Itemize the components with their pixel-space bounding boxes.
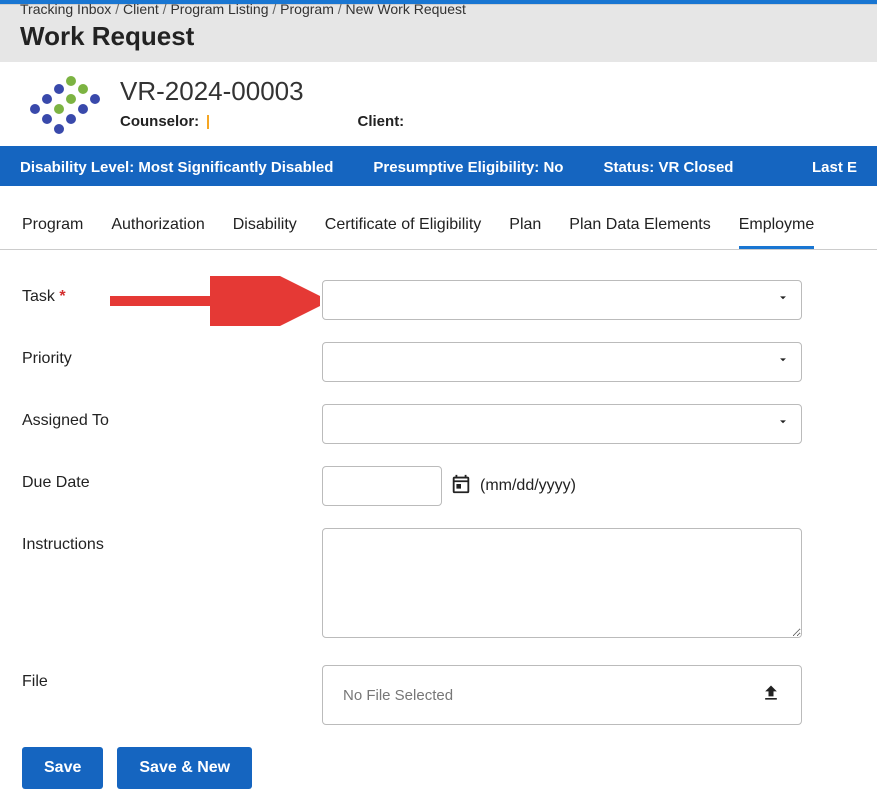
client-label: Client: <box>358 113 405 130</box>
instructions-label: Instructions <box>22 528 322 554</box>
priority-select[interactable] <box>322 342 802 382</box>
breadcrumb-link[interactable]: Program <box>280 1 334 17</box>
row-priority: Priority <box>22 342 855 382</box>
assigned-to-select[interactable] <box>322 404 802 444</box>
breadcrumb-link[interactable]: Tracking Inbox <box>20 1 111 17</box>
case-number: VR-2024-00003 <box>120 76 857 107</box>
breadcrumb-link[interactable]: Program Listing <box>170 1 268 17</box>
form-area: Task * Priority Assigned To Due Date <box>0 250 877 809</box>
counselor-label: Counselor: <box>120 113 199 130</box>
tab-authorization[interactable]: Authorization <box>111 206 204 249</box>
case-info: VR-2024-00003 Counselor: Client: <box>120 76 857 130</box>
required-asterisk-icon: * <box>59 288 65 305</box>
program-logo-icon <box>30 76 100 136</box>
due-date-input[interactable] <box>322 466 442 506</box>
calendar-icon[interactable] <box>450 473 472 500</box>
row-task: Task * <box>22 280 855 320</box>
file-label: File <box>22 665 322 691</box>
row-instructions: Instructions <box>22 528 855 643</box>
tab-certificate[interactable]: Certificate of Eligibility <box>325 206 482 249</box>
file-dropzone[interactable]: No File Selected <box>322 665 802 725</box>
tab-plan[interactable]: Plan <box>509 206 541 249</box>
instructions-textarea[interactable] <box>322 528 802 638</box>
breadcrumb-link[interactable]: New Work Request <box>346 1 466 17</box>
divider-icon <box>207 115 209 129</box>
tab-disability[interactable]: Disability <box>233 206 297 249</box>
save-button[interactable]: Save <box>22 747 103 789</box>
save-new-button[interactable]: Save & New <box>117 747 252 789</box>
page-title: Work Request <box>20 21 857 52</box>
upload-icon <box>761 683 781 707</box>
task-select[interactable] <box>322 280 802 320</box>
tab-employment[interactable]: Employme <box>739 206 815 249</box>
case-summary-row: VR-2024-00003 Counselor: Client: <box>0 62 877 146</box>
status-disability: Disability Level: Most Significantly Dis… <box>20 159 333 176</box>
due-date-label: Due Date <box>22 466 322 492</box>
row-file: File No File Selected <box>22 665 855 725</box>
tab-program[interactable]: Program <box>22 206 83 249</box>
status-bar: Disability Level: Most Significantly Dis… <box>0 146 877 186</box>
button-row: Save Save & New <box>22 747 855 789</box>
row-due-date: Due Date (mm/dd/yyyy) <box>22 466 855 506</box>
case-meta: Counselor: Client: <box>120 113 857 130</box>
breadcrumb-link[interactable]: Client <box>123 1 159 17</box>
due-date-hint: (mm/dd/yyyy) <box>480 477 576 495</box>
status-last: Last E <box>812 159 857 176</box>
status-presumptive: Presumptive Eligibility: No <box>373 159 563 176</box>
priority-label: Priority <box>22 342 322 368</box>
assigned-to-label: Assigned To <box>22 404 322 430</box>
row-assigned-to: Assigned To <box>22 404 855 444</box>
task-label: Task * <box>22 280 322 306</box>
tab-bar: Program Authorization Disability Certifi… <box>0 206 877 250</box>
file-placeholder: No File Selected <box>343 687 453 704</box>
tab-plan-data[interactable]: Plan Data Elements <box>569 206 710 249</box>
status-closed: Status: VR Closed <box>603 159 733 176</box>
breadcrumb: Tracking Inbox / Client / Program Listin… <box>20 1 857 17</box>
header-bar: Tracking Inbox / Client / Program Listin… <box>0 4 877 62</box>
